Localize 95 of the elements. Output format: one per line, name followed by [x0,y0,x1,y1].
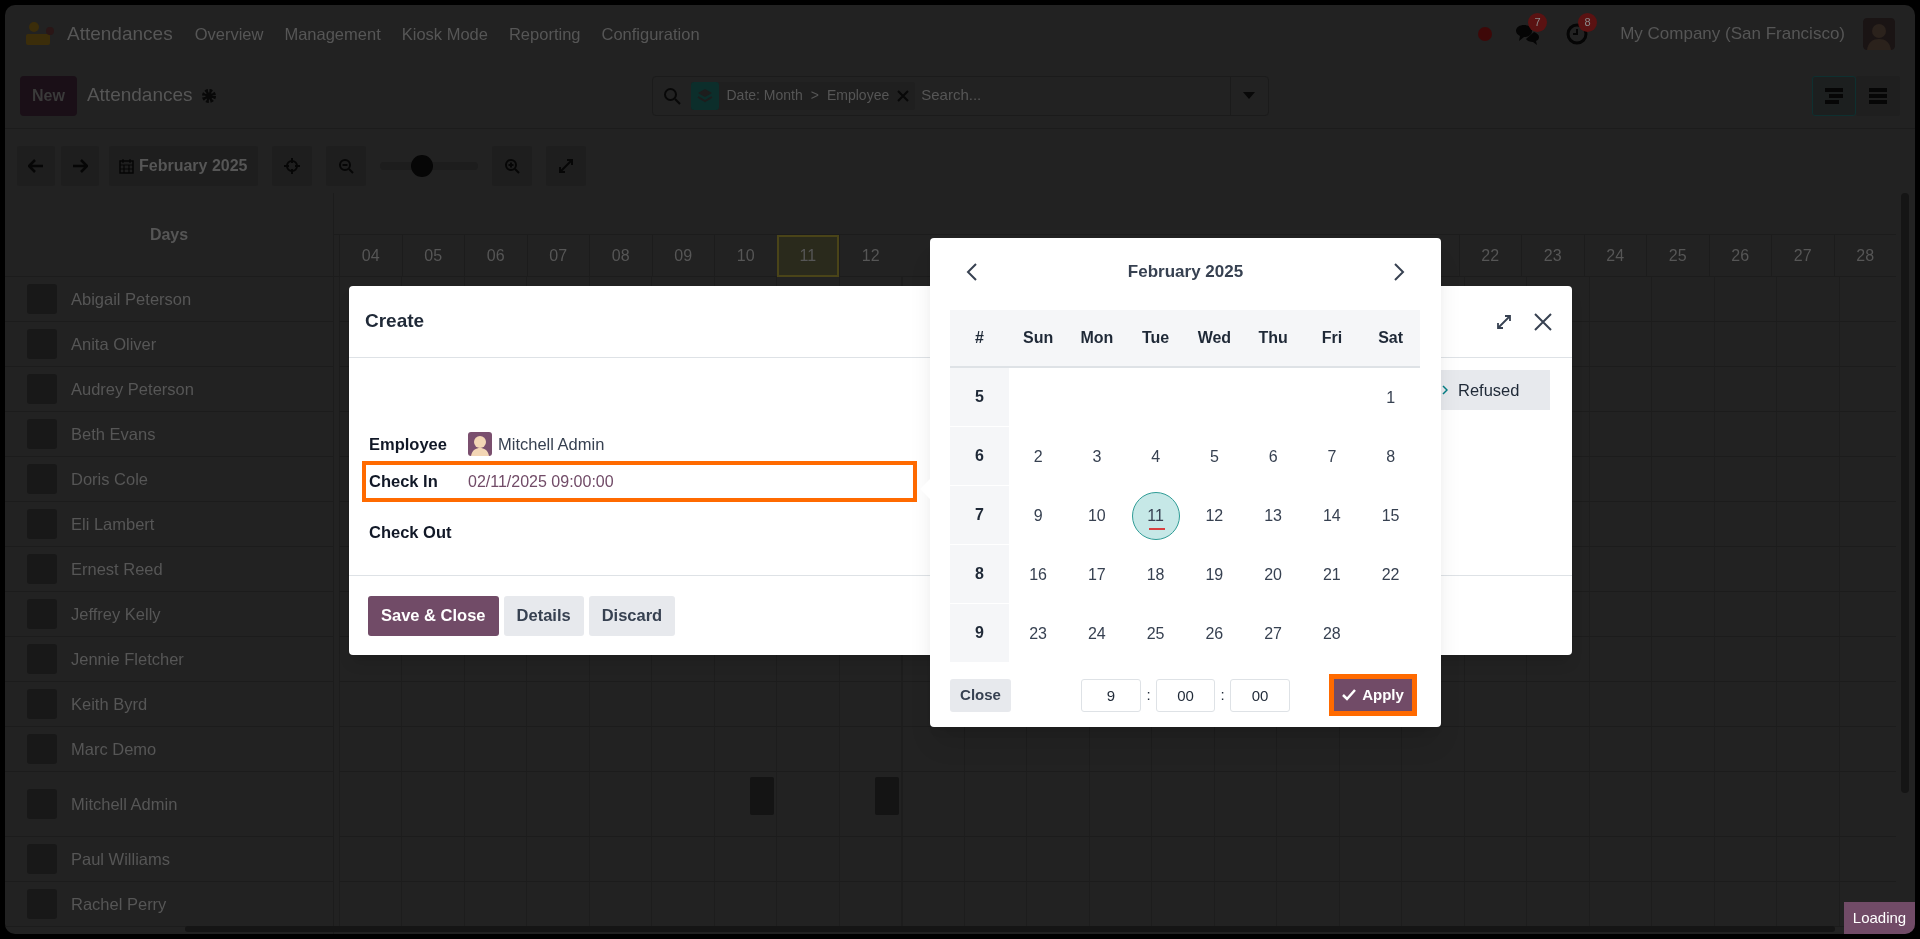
week-number: 5 [974,387,984,407]
calendar-day[interactable]: 18 [1131,550,1180,599]
right-arrow-icon [72,159,88,173]
calendar-day[interactable]: 24 [1072,609,1121,658]
expand-button[interactable] [545,146,586,186]
field-value[interactable]: Mitchell Admin [498,431,605,457]
month-title[interactable]: February 2025 [1127,259,1244,285]
app-logo-icon[interactable] [25,21,55,47]
previous-button[interactable] [17,146,55,186]
day-header: 11 [776,235,839,277]
calendar-day[interactable]: 20 [1249,550,1298,599]
hour-input[interactable]: 9 [1081,678,1141,712]
calendar-day[interactable]: 6 [1249,432,1298,481]
calendar-day[interactable]: 13 [1249,491,1298,540]
week-number: 8 [974,564,984,584]
calendar-day[interactable]: 5 [1190,432,1239,481]
calendar-day[interactable]: 14 [1307,491,1356,540]
expand-icon[interactable] [1497,314,1511,329]
close-icon[interactable] [1533,311,1553,332]
dialog-button[interactable]: Discard [588,595,676,636]
today-underline [1148,527,1165,530]
apply-button[interactable]: Apply [1329,674,1417,716]
zoom-in-icon [503,158,520,174]
weekday-header: Tue [1142,328,1170,348]
dialog-title: Create [365,309,425,334]
week-number-header: # [974,328,984,348]
view-switch-button[interactable] [1812,75,1856,116]
calendar-day[interactable]: 11 [1131,491,1180,540]
week-number: 6 [974,446,984,466]
check-icon [1342,689,1357,701]
calendar-day[interactable]: 28 [1307,609,1356,658]
weekday-header: Sat [1378,328,1404,348]
calendar-day[interactable]: 19 [1190,550,1239,599]
field-label: Check In [368,471,439,493]
time-separator: : [1219,684,1226,705]
next-button[interactable] [61,146,99,186]
calendar-day[interactable]: 10 [1072,491,1121,540]
calendar-day[interactable]: 15 [1366,491,1415,540]
weekday-header: Thu [1258,328,1288,348]
facet-separator: > [810,86,819,105]
next-month-button[interactable] [1394,263,1405,281]
week-number: 9 [974,623,984,643]
minute-input[interactable]: 00 [1156,678,1215,712]
calendar-day[interactable]: 22 [1366,550,1415,599]
loading-indicator: Loading [1844,902,1915,934]
gear-icon[interactable] [200,87,217,104]
calendar-day[interactable]: 3 [1072,432,1121,481]
weekday-header: Sun [1023,328,1054,348]
calendar-day[interactable]: 27 [1249,609,1298,658]
close-button[interactable]: Close [950,678,1011,712]
calendar-day[interactable]: 26 [1190,609,1239,658]
field-label: Check Out [368,521,453,543]
caret-icon [1243,92,1255,99]
previous-month-button[interactable] [966,263,977,281]
calendar-day[interactable]: 16 [1014,550,1063,599]
calendar-day[interactable]: 23 [1014,609,1063,658]
weekday-header: Wed [1197,328,1232,348]
week-number: 7 [974,505,984,525]
calendar-day[interactable]: 21 [1307,550,1356,599]
list-view-icon [1869,87,1887,104]
calendar-icon [119,158,134,174]
expand-icon [558,159,573,173]
chevron-left-icon [966,263,977,281]
date-input-field[interactable]: 02/11/2025 09:00:00 [468,469,614,494]
chevron-right-icon [1442,385,1448,395]
dialog-button[interactable]: Details [503,595,584,636]
field-label: Employee [368,433,448,455]
slider-thumb[interactable] [411,155,434,177]
gantt-view-icon [1825,87,1843,104]
user-avatar [468,432,492,456]
left-arrow-icon [28,159,44,173]
notification-badge: 8 [1578,13,1598,32]
notification-badge: 7 [1528,13,1548,32]
chevron-right-icon [1394,263,1405,281]
zoom-in-button[interactable] [491,146,532,186]
calendar-day[interactable]: 1 [1366,373,1415,422]
zoom-slider[interactable] [379,155,478,177]
second-input[interactable]: 00 [1230,678,1290,712]
time-separator: : [1145,684,1152,705]
calendar-day[interactable]: 25 [1131,609,1180,658]
zoom-out-icon [337,158,354,174]
calendar-day[interactable]: 17 [1072,550,1121,599]
weekday-header: Mon [1080,328,1114,348]
crosshair-icon [283,158,300,174]
focus-button[interactable] [271,146,312,186]
calendar-day[interactable]: 7 [1307,432,1356,481]
search-icon [662,86,681,105]
weekday-header: Fri [1321,328,1343,348]
dialog-button[interactable]: Save & Close [368,595,499,636]
calendar-day[interactable]: 2 [1014,432,1063,481]
calendar-day[interactable]: 9 [1014,491,1063,540]
calendar-day[interactable]: 12 [1190,491,1239,540]
calendar-day[interactable]: 4 [1131,432,1180,481]
calendar-day[interactable]: 8 [1366,432,1415,481]
zoom-out-button[interactable] [325,146,366,186]
